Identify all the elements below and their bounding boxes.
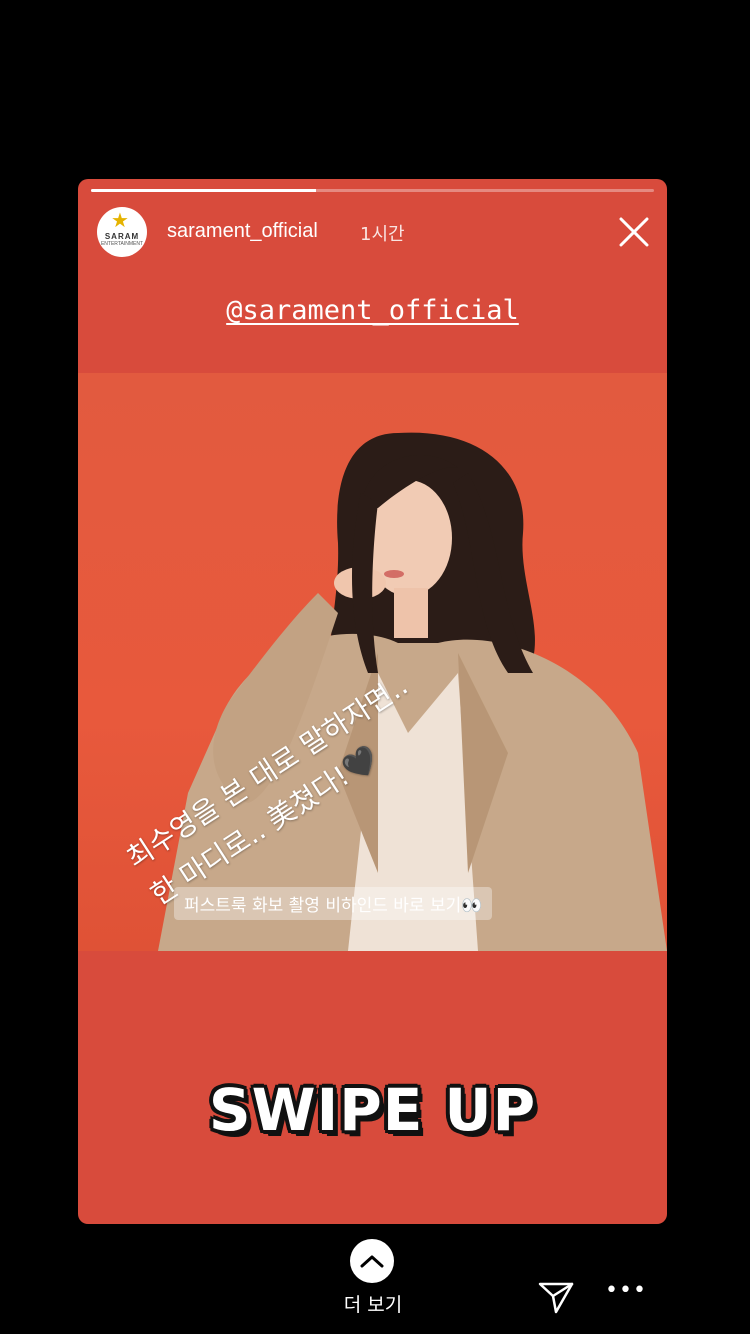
story-header: ★ SARAM ENTERTAINMENT sarament_official … (78, 205, 667, 261)
mention-text[interactable]: @sarament_official (226, 295, 519, 326)
see-more-button[interactable] (350, 1239, 394, 1283)
story-progress-fill (91, 189, 317, 192)
story-photo: 최수영을 본 대로 말하자면.. 한 마디로.. 美쳤다!🖤 (78, 373, 667, 951)
see-more-label[interactable]: 더 보기 (330, 1290, 416, 1317)
story-progress-bar (91, 189, 654, 192)
share-button[interactable] (536, 1277, 576, 1317)
star-logo-icon: ★ (111, 208, 129, 232)
avatar-logo-subtext: ENTERTAINMENT (100, 241, 144, 247)
avatar-logo-text: SARAM (104, 232, 140, 241)
close-button[interactable] (617, 215, 651, 249)
post-timestamp: 1시간 (360, 224, 405, 245)
mention-link[interactable]: @sarament_official (78, 295, 667, 326)
avatar[interactable]: ★ SARAM ENTERTAINMENT (97, 207, 147, 257)
chevron-up-icon (360, 1255, 384, 1268)
username-link[interactable]: sarament_official (167, 220, 318, 243)
swipe-up-sticker[interactable]: SWIPE UP (78, 1076, 667, 1144)
story-card[interactable]: ★ SARAM ENTERTAINMENT sarament_official … (78, 179, 667, 1224)
more-dots-icon[interactable]: ••• (605, 1280, 646, 1302)
close-icon (619, 217, 649, 247)
caption-chip: 퍼스트룩 화보 촬영 비하인드 바로 보기👀 (174, 887, 493, 920)
story-bottom-bar: 더 보기 ••• (0, 1234, 750, 1334)
paper-plane-icon (538, 1282, 574, 1314)
